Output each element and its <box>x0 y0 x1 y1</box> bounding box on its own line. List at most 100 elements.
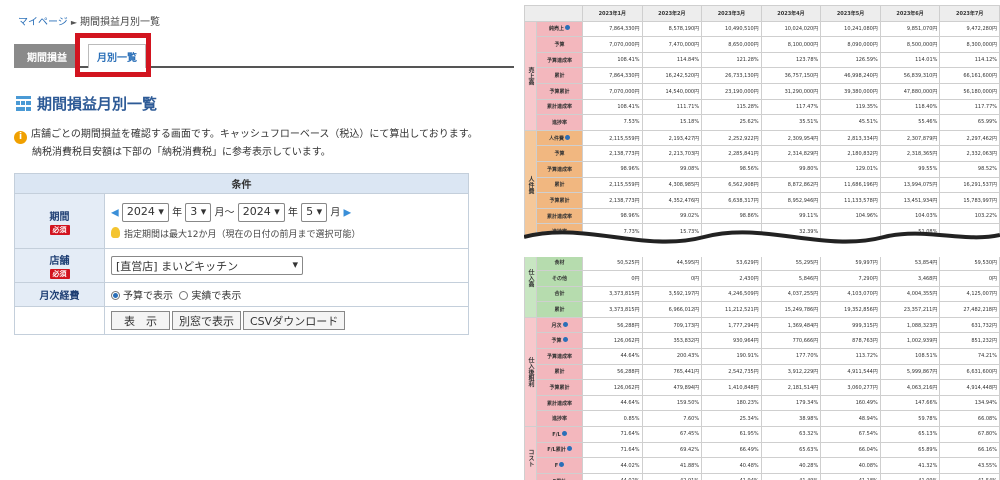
table-cell: 40.48% <box>701 457 762 474</box>
table-cell: 147.66% <box>879 394 941 412</box>
table-cell: 159.50% <box>641 394 703 412</box>
table-cell: 2,297,462円 <box>939 129 1000 147</box>
table-cell: 4,125,007円 <box>939 285 1000 303</box>
table-cell: 7,864,330円 <box>582 67 643 84</box>
budget-radio[interactable] <box>111 291 120 300</box>
table-cell: 55,295円 <box>760 254 822 272</box>
store-select[interactable]: [直営店] まいどキッチン ▾ <box>111 256 303 275</box>
conditions-table: 条件 期間 必須 ◀ 2024 ▾ 年 3 ▾ 月～ 2024 ▾ 年 5 ▾ 月… <box>14 173 469 335</box>
row-label: 進捗率 <box>536 114 583 131</box>
group-label: 仕入後粗利 <box>524 316 537 428</box>
from-month-select[interactable]: 3 ▾ <box>185 202 212 222</box>
table-row: 予算達成率 44.64% 200.43% 190.91% 177.70% 113.72% 1… <box>525 348 1000 365</box>
table-cell: 200.43% <box>641 348 703 365</box>
table-cell: 8,090,000円 <box>820 36 881 53</box>
table-cell: 2,430円 <box>701 270 762 287</box>
row-label: F累計 <box>536 472 583 480</box>
table-row: コスト F/L 71.64% 67.45% 61.95% 63.32% 67.54% 65.1… <box>524 426 1000 480</box>
table-cell: 41.18% <box>820 472 881 480</box>
table-cell: 44.02% <box>582 472 643 480</box>
table-cell: 7.60% <box>641 410 703 428</box>
monthly-expense-cell: 予算で表示 実績で表示 <box>104 282 469 307</box>
table-cell: 46,998,240円 <box>820 67 881 84</box>
table-cell: 126.59% <box>820 51 881 69</box>
table-cell: 71.64% <box>582 441 643 459</box>
table-cell: 353,832円 <box>641 332 703 350</box>
row-label-text: 食材 <box>554 260 565 267</box>
help-icon[interactable] <box>562 321 568 327</box>
row-label-text: 予算達成率 <box>546 353 572 360</box>
from-year-select[interactable]: 2024 ▾ <box>121 202 169 222</box>
table-cell: 6,631,600円 <box>939 363 1000 381</box>
table-cell: 42.91% <box>641 472 703 480</box>
prev-period-icon[interactable]: ◀ <box>111 207 119 218</box>
period-cell: ◀ 2024 ▾ 年 3 ▾ 月～ 2024 ▾ 年 5 ▾ 月 ▶ 指定期間は… <box>104 193 469 249</box>
table-cell: 0円 <box>582 270 643 287</box>
help-icon[interactable] <box>562 337 568 343</box>
table-cell: 9,472,280円 <box>939 20 1000 38</box>
tab-period[interactable]: 期間損益 <box>14 44 80 68</box>
store-label: 店舗 <box>49 256 70 267</box>
row-label: 予算累計 <box>536 82 583 100</box>
period-label-cell: 期間 必須 <box>14 193 105 249</box>
row-label-text: 予算累計 <box>549 197 570 204</box>
table-cell: 114.84% <box>641 51 703 69</box>
table-cell: 99.08% <box>641 160 703 178</box>
table-cell: 43.55% <box>939 457 1000 474</box>
table-cell: 16,242,520円 <box>641 67 703 84</box>
show-button[interactable]: 表 示 <box>111 311 170 330</box>
table-cell: 27,482,218円 <box>939 301 1000 318</box>
table-row: 予算累計 7,070,000円 14,540,000円 23,190,000円 31,2… <box>525 82 1000 100</box>
month-header: 2023年1月 <box>582 5 643 22</box>
row-label: 予算 <box>536 145 583 162</box>
calendar-icon <box>16 96 31 111</box>
to-year-select[interactable]: 2024 ▾ <box>237 202 285 222</box>
table-cell: 0.85% <box>582 410 643 428</box>
page-title: 期間損益月別一覧 <box>16 93 157 114</box>
period-label: 期間 <box>49 211 70 223</box>
row-label-text: 予算累計 <box>549 385 570 392</box>
actual-radio[interactable] <box>179 291 189 300</box>
table-cell: 98.52% <box>939 160 1000 178</box>
to-month-select[interactable]: 5 ▾ <box>301 202 328 222</box>
table-cell: 104.96% <box>820 207 881 225</box>
table-cell: 2,285,841円 <box>701 145 762 162</box>
table-cell: 31,290,000円 <box>760 82 822 100</box>
table-cell: 126,062円 <box>582 379 643 396</box>
info-message: i 店舗ごとの期間損益を確認する画面です。キャッシュフローベース（税込）にて算出し… <box>14 126 514 161</box>
help-icon[interactable] <box>565 134 570 140</box>
row-label-text: 合計 <box>554 291 565 298</box>
month-header: 2023年4月 <box>760 5 822 22</box>
next-period-icon[interactable]: ▶ <box>344 207 352 218</box>
row-label-text: 累計達成率 <box>546 400 572 407</box>
table-cell: 7,070,000円 <box>582 36 643 53</box>
table-cell: 26,733,130円 <box>701 67 762 84</box>
month-header: 2023年3月 <box>701 5 762 22</box>
table-row: その他 0円 0円 2,430円 5,846円 7,290円 3,468円 0円 <box>525 270 1000 287</box>
table-cell: 99.55% <box>879 160 941 178</box>
help-icon[interactable] <box>559 462 565 468</box>
table-row: 予算 126,062円 353,832円 930,964円 770,666円 878,76… <box>525 332 1000 350</box>
help-icon[interactable] <box>565 25 570 31</box>
row-label-text: 累計 <box>554 369 565 376</box>
breadcrumb-home-link[interactable]: マイページ <box>18 17 68 28</box>
table-cell: 765,441円 <box>641 363 703 381</box>
row-label: 予算累計 <box>536 192 583 209</box>
new-window-button[interactable]: 別窓で表示 <box>172 311 241 330</box>
table-row: 進捗率 0.85% 7.60% 25.34% 38.98% 48.94% 59.78% 66.… <box>525 410 1000 428</box>
row-label: 予算 <box>536 36 583 53</box>
table-cell: 66.16% <box>939 441 1000 459</box>
table-cell: 59.78% <box>879 410 941 428</box>
table-cell: 10,024,020円 <box>760 20 822 38</box>
help-icon[interactable] <box>566 446 572 452</box>
breadcrumb: マイページ ► 期間損益月別一覧 <box>18 13 160 28</box>
table-cell: 2,181,514円 <box>760 379 822 396</box>
table-cell: 10,490,510円 <box>701 20 762 38</box>
table-row: 予算累計 126,062円 479,894円 1,410,848円 2,181,514円… <box>525 379 1000 396</box>
table-cell: 4,037,255円 <box>760 285 822 303</box>
csv-download-button[interactable]: CSVダウンロード <box>243 311 346 330</box>
help-icon[interactable] <box>561 430 567 436</box>
table-cell: 98.96% <box>582 207 643 225</box>
table-cell: 65.63% <box>760 441 822 459</box>
table-cell: 179.34% <box>760 394 822 412</box>
